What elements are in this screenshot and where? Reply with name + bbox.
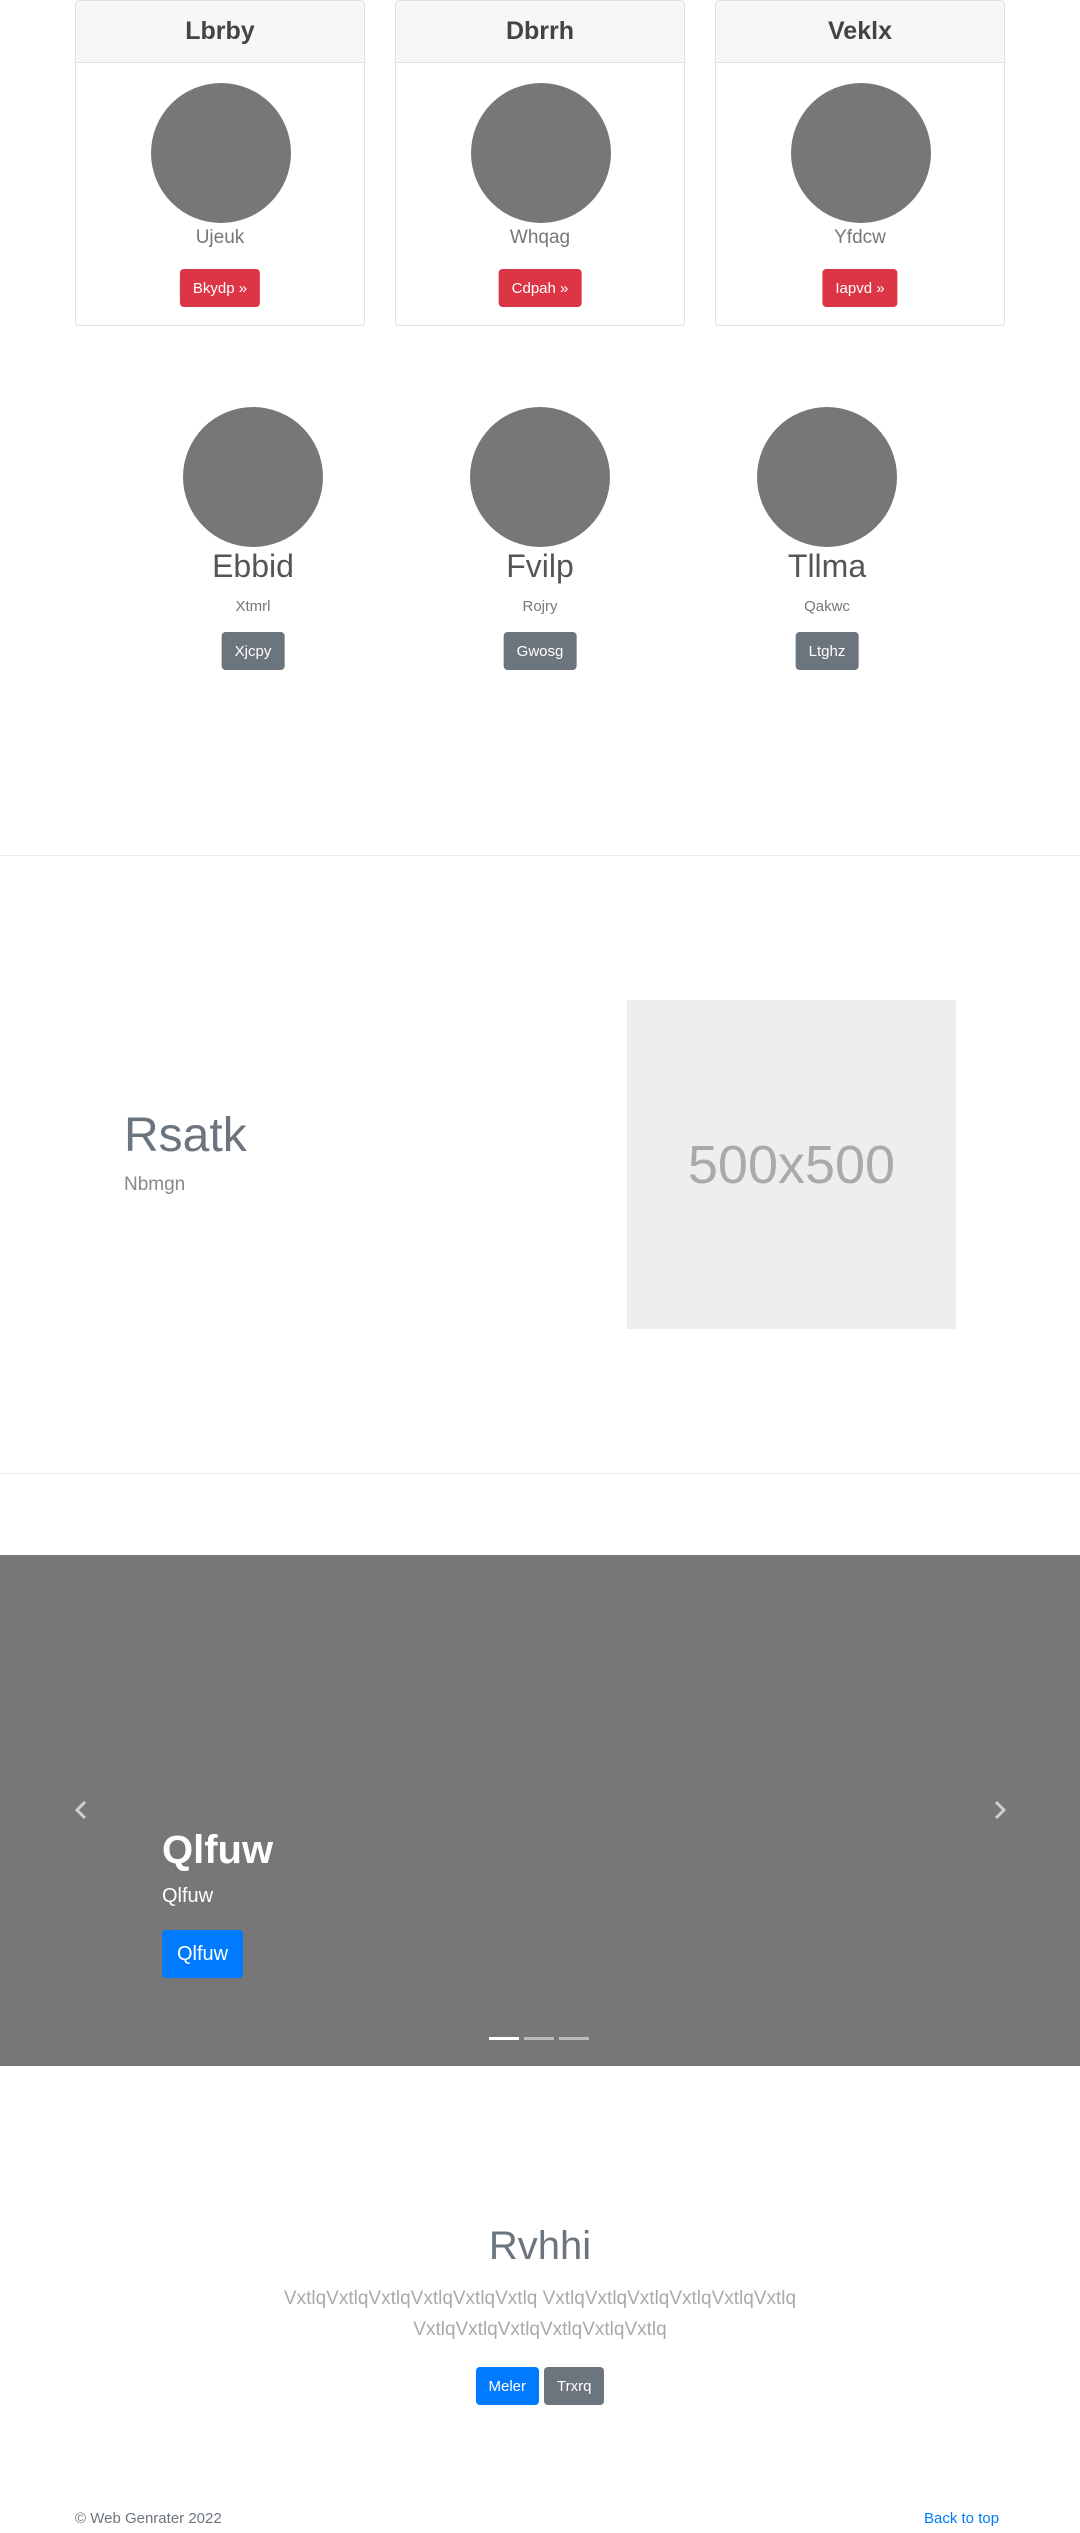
- image-placeholder: 500x500: [627, 1000, 956, 1329]
- carousel-title: Qlfuw: [162, 1828, 274, 1872]
- feature-title: Rsatk: [124, 1109, 247, 1162]
- card-title: Lbrby: [76, 1, 364, 63]
- carousel-next-button[interactable]: [985, 1795, 1015, 1825]
- card-subtitle: Yfdcw: [834, 227, 886, 248]
- card-action-button[interactable]: Bkydp »: [179, 269, 261, 307]
- image-placeholder-label: 500x500: [687, 1134, 896, 1195]
- card: Lbrby Ujeuk Bkydp »: [75, 0, 365, 326]
- feature-subtitle: Nbmgn: [124, 1174, 186, 1195]
- footer-copyright: © Web Genrater 2022: [75, 2510, 222, 2527]
- profile-subtitle: Xtmrl: [235, 598, 271, 615]
- jumbotron-title: Rvhhi: [488, 2224, 592, 2268]
- profile-button[interactable]: Ltghz: [795, 632, 859, 670]
- jumbotron-secondary-button[interactable]: Trxrq: [544, 2367, 605, 2405]
- avatar-placeholder: [183, 407, 323, 547]
- section-divider: [0, 1473, 1080, 1474]
- carousel-indicator[interactable]: [524, 2037, 554, 2040]
- carousel-text: Qlfuw: [162, 1885, 214, 1907]
- profile-name: Fvilp: [506, 548, 574, 584]
- card-title: Veklx: [716, 1, 1004, 63]
- jumbotron-lead: VxtlqVxtlqVxtlqVxtlqVxtlqVxtlq VxtlqVxtl…: [283, 2288, 797, 2340]
- section-divider: [0, 855, 1080, 856]
- card-action-button[interactable]: Cdpah »: [498, 269, 582, 307]
- jumbotron-primary-button[interactable]: Meler: [475, 2367, 540, 2405]
- avatar-placeholder: [470, 407, 610, 547]
- chevron-right-icon: [994, 1800, 1007, 1820]
- avatar-placeholder: [791, 83, 931, 223]
- jumbotron-buttons: Meler Trxrq: [0, 2367, 1080, 2405]
- profile-subtitle: Rojry: [522, 598, 558, 615]
- card-action-button[interactable]: Iapvd »: [822, 269, 898, 307]
- card: Dbrrh Whqag Cdpah »: [395, 0, 685, 326]
- card: Veklx Yfdcw Iapvd »: [715, 0, 1005, 326]
- profile-name: Tllma: [787, 548, 867, 584]
- card-title: Dbrrh: [396, 1, 684, 63]
- card-subtitle: Whqag: [509, 227, 571, 248]
- carousel-indicators: [489, 2037, 589, 2040]
- card-subtitle: Ujeuk: [195, 227, 245, 248]
- carousel-indicator[interactable]: [489, 2037, 519, 2040]
- chevron-left-icon: [74, 1800, 87, 1820]
- carousel: Qlfuw Qlfuw Qlfuw: [0, 1555, 1080, 2066]
- carousel-indicator[interactable]: [559, 2037, 589, 2040]
- profile-button[interactable]: Gwosg: [503, 632, 577, 670]
- avatar-placeholder: [757, 407, 897, 547]
- profile-subtitle: Qakwc: [804, 598, 850, 615]
- profile-button[interactable]: Xjcpy: [221, 632, 285, 670]
- card-row: Lbrby Ujeuk Bkydp » Dbrrh Whqag Cdpah » …: [75, 0, 1005, 326]
- profile-name: Ebbid: [212, 548, 294, 584]
- carousel-prev-button[interactable]: [66, 1795, 96, 1825]
- carousel-cta-button[interactable]: Qlfuw: [162, 1930, 244, 1978]
- avatar-placeholder: [151, 83, 291, 223]
- avatar-placeholder: [471, 83, 611, 223]
- back-to-top-link[interactable]: Back to top: [924, 2510, 999, 2527]
